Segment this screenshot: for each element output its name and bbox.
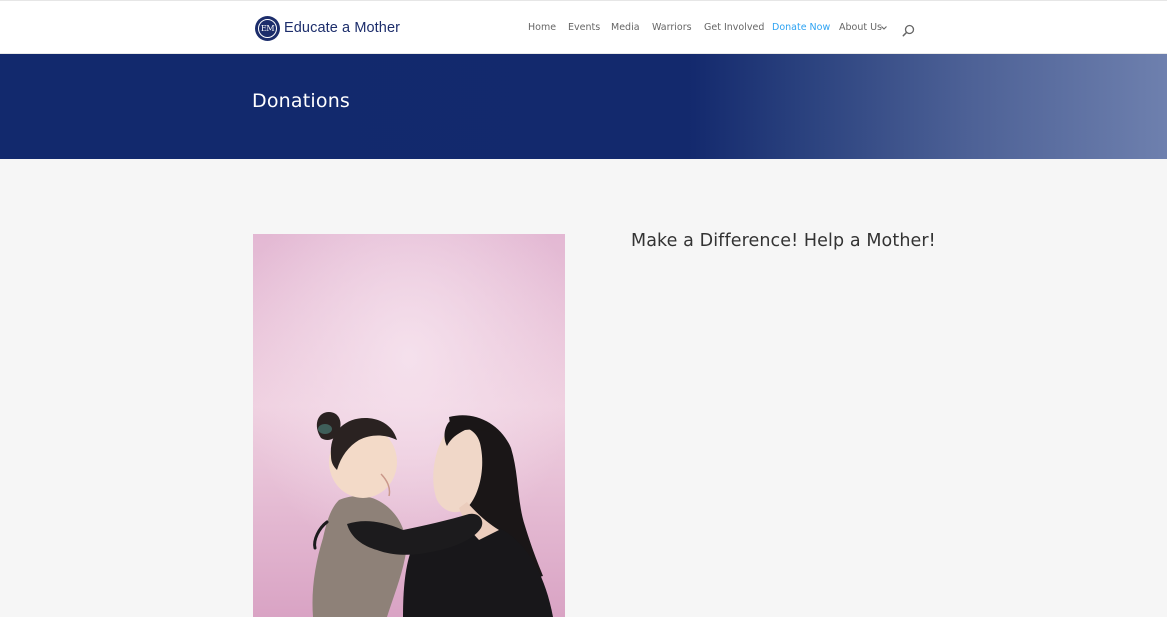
- nav-item-warriors[interactable]: Warriors: [652, 20, 692, 36]
- search-icon[interactable]: [902, 22, 915, 37]
- main-nav: Home Events Media Warriors Get Involved …: [0, 20, 1167, 36]
- site-header: EM Educate a Mother Home Events Media Wa…: [0, 0, 1167, 54]
- nav-item-events[interactable]: Events: [568, 20, 600, 36]
- mother-and-daughter-photo: [253, 234, 565, 617]
- page-hero: Donations: [0, 54, 1167, 159]
- nav-item-donate-now[interactable]: Donate Now: [772, 20, 830, 36]
- nav-item-media[interactable]: Media: [611, 20, 640, 36]
- nav-item-about-us[interactable]: About Us: [839, 20, 882, 36]
- section-heading: Make a Difference! Help a Mother!: [631, 231, 936, 251]
- photo-illustration: [253, 234, 565, 617]
- nav-item-get-involved[interactable]: Get Involved: [704, 20, 764, 36]
- nav-item-home[interactable]: Home: [528, 20, 556, 36]
- page-title: Donations: [252, 90, 351, 112]
- chevron-down-icon[interactable]: [880, 20, 888, 42]
